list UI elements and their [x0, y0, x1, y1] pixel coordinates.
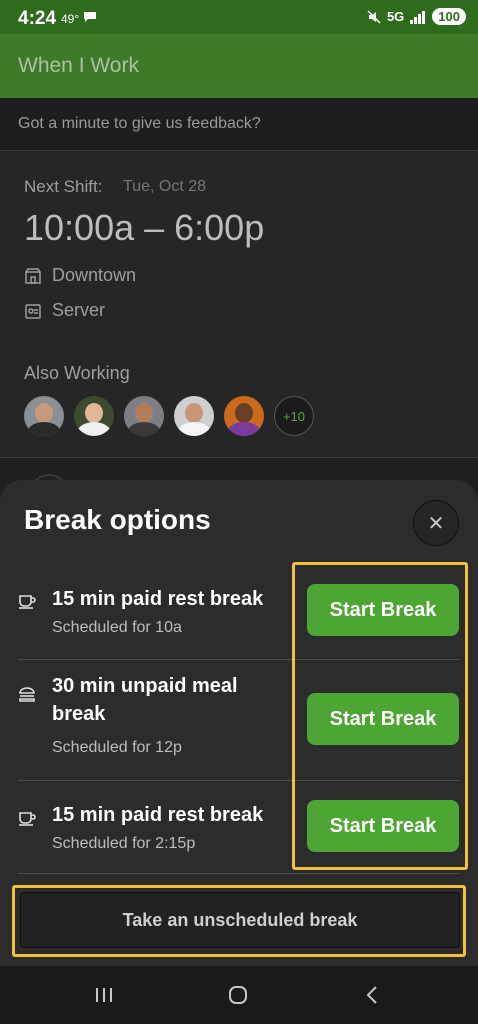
burger-icon [19, 687, 35, 702]
avatar[interactable] [174, 396, 214, 436]
signal-icon [410, 10, 426, 24]
break-name: 15 min paid rest break [52, 804, 264, 826]
home-button[interactable] [223, 982, 253, 1008]
position-label: Server [52, 300, 106, 320]
battery-badge: 100 [432, 8, 466, 25]
back-icon [366, 986, 377, 1004]
status-temperature: 49° [61, 12, 80, 26]
sheet-title: Break options [24, 504, 211, 535]
status-right: 5G 100 [367, 8, 466, 25]
avatar[interactable] [224, 396, 264, 436]
avatar[interactable] [24, 396, 64, 436]
recent-apps-button[interactable] [89, 982, 119, 1008]
recent-apps-icon [96, 988, 112, 1002]
break-name: 15 min paid rest break [52, 588, 264, 610]
network-label: 5G [386, 9, 405, 24]
coworker-avatars: +10 [24, 396, 314, 436]
next-shift-date: Tue, Oct 28 [123, 178, 206, 195]
close-icon: ✕ [427, 512, 445, 535]
id-badge-icon [25, 303, 41, 319]
avatar[interactable] [124, 396, 164, 436]
app-title: When I Work [18, 54, 139, 77]
system-nav-bar [0, 966, 478, 1024]
back-button[interactable] [357, 982, 387, 1008]
also-working-label: Also Working [24, 363, 130, 383]
close-button[interactable]: ✕ [413, 500, 459, 546]
feedback-banner[interactable]: Got a minute to give us feedback? [0, 98, 478, 151]
coffee-cup-icon [19, 812, 36, 826]
shift-location: Downtown [24, 265, 136, 286]
status-bar: 4:24 49° 5G 100 [0, 0, 478, 34]
next-shift-label: Next Shift: [24, 177, 103, 196]
building-icon [25, 267, 41, 284]
mute-icon [367, 9, 381, 24]
app-bar: When I Work [0, 34, 478, 98]
message-icon [84, 12, 96, 22]
feedback-text: Got a minute to give us feedback? [18, 115, 261, 132]
coffee-cup-icon [19, 595, 36, 609]
home-icon [229, 986, 247, 1004]
status-time: 4:24 [18, 8, 57, 29]
break-schedule: Scheduled for 2:15p [52, 835, 196, 852]
location-label: Downtown [52, 265, 137, 285]
shift-position: Server [24, 300, 105, 321]
highlight-start-buttons [292, 562, 468, 870]
unscheduled-break-button[interactable]: Take an unscheduled break [20, 892, 460, 948]
break-name: 30 min unpaid meal break [52, 675, 238, 725]
avatar[interactable] [74, 396, 114, 436]
break-options-sheet: Break options ✕ 15 min paid rest break S… [0, 480, 478, 966]
break-schedule: Scheduled for 12p [52, 739, 182, 756]
shift-time: 10:00a – 6:00p [24, 207, 265, 248]
shift-card: Next Shift: Tue, Oct 28 10:00a – 6:00p D… [0, 151, 478, 458]
more-coworkers-count[interactable]: +10 [274, 396, 314, 436]
break-schedule: Scheduled for 10a [52, 619, 182, 636]
